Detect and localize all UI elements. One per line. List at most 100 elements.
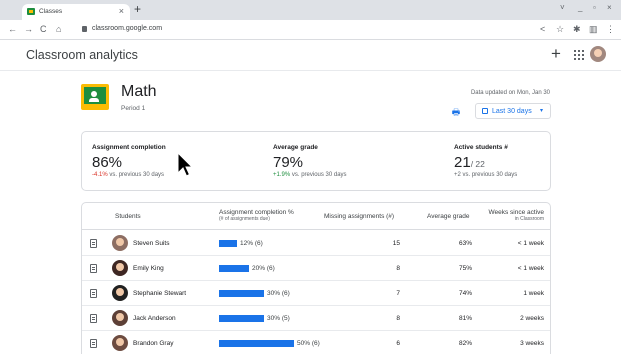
missing-assignments: 15 — [392, 239, 400, 247]
metric-label: Assignment completion — [92, 144, 166, 151]
student-avatar — [112, 310, 128, 326]
student-name[interactable]: Steven Suits — [133, 240, 170, 247]
missing-assignments: 8 — [396, 314, 400, 322]
student-name[interactable]: Emily King — [133, 265, 164, 272]
table-row[interactable]: Brandon Gray 50% (6) 6 82% 3 weeks — [82, 331, 550, 354]
forward-icon[interactable]: → — [24, 24, 33, 34]
extensions-icon[interactable]: ✱ — [573, 24, 581, 35]
average-grade: 74% — [458, 289, 472, 297]
student-work-icon[interactable] — [90, 339, 97, 348]
completion-value: 12% (6) — [240, 239, 263, 247]
metric-delta: -4.1% — [92, 172, 108, 178]
reload-icon[interactable]: C — [40, 24, 47, 34]
share-icon[interactable]: < — [540, 24, 545, 34]
weeks-since-active: 1 week — [523, 289, 544, 297]
table-row[interactable]: Emily King 20% (6) 8 75% < 1 week — [82, 256, 550, 281]
student-name[interactable]: Jack Anderson — [133, 315, 176, 322]
new-tab-button[interactable]: + — [134, 2, 141, 16]
table-row[interactable]: Steven Suits 12% (6) 15 63% < 1 week — [82, 231, 550, 256]
close-window-button[interactable]: × — [607, 3, 612, 12]
active-students-metric: Active students # 21/ 22 +2 vs. previous… — [454, 144, 517, 178]
completion-header-label: Assignment completion % — [219, 209, 294, 216]
weeks-header-label: Weeks since active — [488, 209, 544, 216]
account-avatar[interactable] — [590, 46, 606, 62]
browser-menu-icon[interactable]: ⋮ — [606, 24, 615, 35]
home-icon[interactable]: ⌂ — [56, 24, 61, 34]
apps-grid-icon[interactable] — [574, 50, 584, 60]
student-work-icon[interactable] — [90, 239, 97, 248]
tab-title: Classes — [39, 8, 63, 15]
metric-delta-suffix: vs. previous 30 days — [107, 172, 165, 178]
data-updated-text: Data updated on Mon, Jan 30 — [470, 90, 550, 96]
weeks-since-active: 3 weeks — [520, 339, 544, 347]
students-column-header[interactable]: Students — [115, 213, 141, 220]
student-avatar — [112, 235, 128, 251]
average-grade: 63% — [458, 239, 472, 247]
metric-delta-suffix: vs. previous 30 days — [290, 172, 347, 178]
app-header: Classroom analytics + — [0, 41, 621, 71]
student-work-icon[interactable] — [90, 264, 97, 273]
metric-value: 21 — [454, 154, 471, 171]
completion-value: 30% (6) — [267, 289, 290, 297]
add-icon[interactable]: + — [551, 44, 561, 64]
missing-assignments: 7 — [396, 289, 400, 297]
missing-assignments: 6 — [396, 339, 400, 347]
metric-value: 86% — [92, 154, 123, 171]
class-name: Math — [121, 83, 157, 100]
student-name[interactable]: Brandon Gray — [133, 340, 173, 347]
student-avatar — [112, 335, 128, 351]
metric-value: 79% — [273, 154, 304, 171]
sidebar-icon[interactable]: ▥ — [589, 24, 598, 35]
metric-delta: +1.9% — [273, 172, 291, 178]
browser-address-bar: ← → C ⌂ classroom.google.com < ☆ ✱ ▥ ⋮ — [0, 20, 621, 40]
students-table: Students Assignment completion % (# of a… — [81, 202, 551, 354]
missing-column-header[interactable]: Missing assignments (#) — [324, 213, 394, 220]
tab-search-icon[interactable]: ˅ — [560, 3, 565, 12]
metric-label: Active students — [454, 144, 503, 151]
browser-tab[interactable]: Classes × — [22, 4, 130, 20]
url-field[interactable]: classroom.google.com — [92, 25, 162, 32]
completion-value: 20% (6) — [252, 264, 275, 272]
weeks-header-sub: in Classroom — [514, 216, 544, 222]
bookmark-star-icon[interactable]: ☆ — [556, 24, 564, 35]
student-work-icon[interactable] — [90, 289, 97, 298]
tab-close-icon[interactable]: × — [119, 6, 124, 16]
classroom-favicon-icon — [27, 8, 35, 15]
assignment-completion-metric: Assignment completion 86% -4.1% vs. prev… — [92, 144, 166, 178]
print-icon[interactable]: 🖶 — [449, 105, 463, 119]
student-work-icon[interactable] — [90, 314, 97, 323]
completion-bar — [219, 290, 264, 297]
completion-column-header[interactable]: Assignment completion % (# of assignment… — [219, 209, 294, 222]
table-row[interactable]: Jack Anderson 30% (5) 8 81% 2 weeks — [82, 306, 550, 331]
table-row[interactable]: Stephanie Stewart 30% (6) 7 74% 1 week — [82, 281, 550, 306]
date-range-select[interactable]: Last 30 days ▾ — [475, 103, 551, 119]
maximize-button[interactable]: ▫ — [593, 3, 596, 12]
student-avatar — [112, 260, 128, 276]
grade-column-header[interactable]: Average grade — [427, 213, 470, 220]
table-header: Students Assignment completion % (# of a… — [82, 203, 550, 230]
lock-icon[interactable] — [82, 26, 87, 32]
completion-bar — [219, 315, 264, 322]
browser-tab-bar: Classes × + ˅ _ ▫ × — [0, 0, 621, 20]
completion-bar — [219, 240, 237, 247]
student-name[interactable]: Stephanie Stewart — [133, 290, 186, 297]
completion-value: 30% (5) — [267, 314, 290, 322]
dropdown-arrow-icon: ▾ — [539, 108, 543, 114]
completion-header-sub: (# of assignments due) — [219, 216, 270, 222]
page-title: Classroom analytics — [26, 48, 138, 62]
date-range-label: Last 30 days — [492, 107, 532, 115]
average-grade: 75% — [458, 264, 472, 272]
completion-bar — [219, 265, 249, 272]
metric-label-suffix: # — [504, 144, 508, 151]
minimize-button[interactable]: _ — [578, 3, 582, 12]
weeks-column-header[interactable]: Weeks since active in Classroom — [484, 209, 544, 222]
summary-card: Assignment completion 86% -4.1% vs. prev… — [81, 131, 551, 191]
weeks-since-active: 2 weeks — [520, 314, 544, 322]
metric-total: / 22 — [470, 159, 485, 169]
student-avatar — [112, 285, 128, 301]
weeks-since-active: < 1 week — [517, 239, 544, 247]
back-icon[interactable]: ← — [8, 24, 17, 34]
average-grade-metric: Average grade 79% +1.9% vs. previous 30 … — [273, 144, 347, 178]
average-grade: 82% — [458, 339, 472, 347]
class-period: Period 1 — [121, 105, 146, 112]
